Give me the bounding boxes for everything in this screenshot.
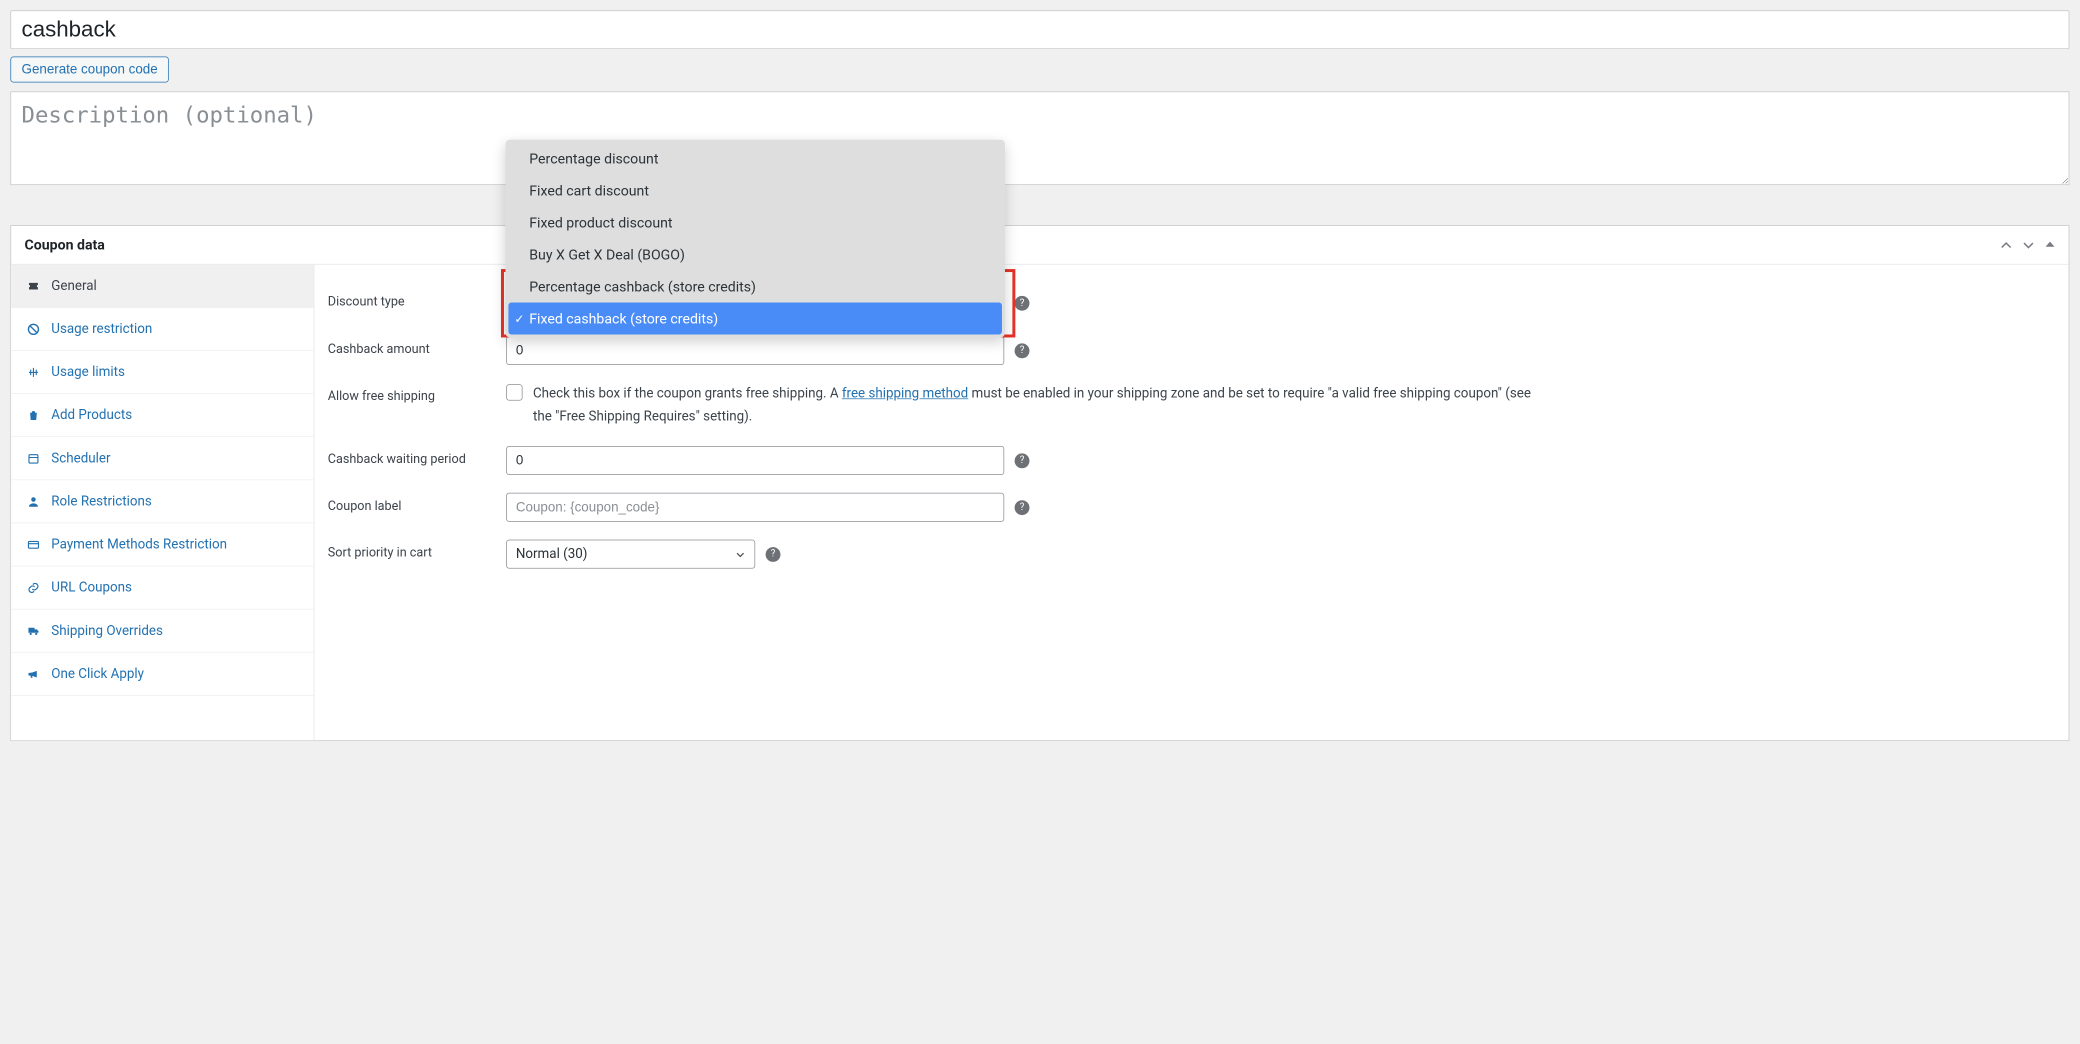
coupon-tabs: General Usage restriction Usage limits [11,265,314,741]
panel-title: Coupon data [25,236,105,253]
link-icon [26,581,41,594]
panel-move-up-icon[interactable] [2000,239,2012,251]
dropdown-option-fixed-cashback[interactable]: ✓ Fixed cashback (store credits) [508,303,1002,335]
user-icon [26,495,41,508]
dropdown-option-percentage-cashback[interactable]: Percentage cashback (store credits) [508,271,1002,303]
sort-priority-value: Normal (30) [516,546,588,562]
dropdown-option-fixed-cart-discount[interactable]: Fixed cart discount [508,175,1002,207]
help-icon[interactable]: ? [1015,343,1030,358]
tab-add-products[interactable]: Add Products [11,394,314,437]
dropdown-option-label: Fixed cashback (store credits) [529,310,718,327]
tab-url-coupons[interactable]: URL Coupons [11,566,314,609]
discount-type-label: Discount type [328,288,492,309]
cashback-waiting-period-label: Cashback waiting period [328,446,492,467]
sort-priority-select[interactable]: Normal (30) [506,540,755,569]
sort-priority-label: Sort priority in cart [328,540,492,561]
cashback-amount-label: Cashback amount [328,336,492,357]
tab-label: Add Products [51,407,132,423]
tab-label: Role Restrictions [51,494,152,510]
equalizer-icon [26,365,41,378]
tab-usage-restriction[interactable]: Usage restriction [11,308,314,351]
free-shipping-text-before: Check this box if the coupon grants free… [533,386,842,402]
ban-icon [26,322,41,335]
ticket-icon [26,279,41,292]
tab-payment-methods-restriction[interactable]: Payment Methods Restriction [11,523,314,566]
coupon-editor-wrap: Generate coupon code Coupon data [0,0,2079,751]
coupon-label-label: Coupon label [328,493,492,514]
panel-move-down-icon[interactable] [2022,239,2034,251]
dropdown-option-bogo[interactable]: Buy X Get X Deal (BOGO) [508,239,1002,271]
dropdown-option-percentage-discount[interactable]: Percentage discount [508,143,1002,175]
coupon-label-input[interactable] [506,493,1004,522]
tab-one-click-apply[interactable]: One Click Apply [11,653,314,696]
help-icon[interactable]: ? [766,547,781,562]
discount-type-dropdown: Percentage discount Fixed cart discount … [505,140,1004,338]
tab-label: General [51,278,97,294]
tab-label: URL Coupons [51,580,132,596]
calendar-icon [26,452,41,465]
panel-header: Coupon data [11,226,2068,265]
tab-shipping-overrides[interactable]: Shipping Overrides [11,610,314,653]
panel-collapse-icon[interactable] [2045,239,2055,251]
coupon-code-input[interactable] [10,10,2069,49]
free-shipping-method-link[interactable]: free shipping method [842,386,968,402]
truck-icon [26,624,41,637]
tab-general[interactable]: General [11,265,314,308]
tab-label: Shipping Overrides [51,623,163,639]
allow-free-shipping-label: Allow free shipping [328,383,492,404]
allow-free-shipping-checkbox[interactable] [506,384,522,400]
tab-label: Usage restriction [51,321,152,337]
tab-label: Usage limits [51,364,125,380]
tab-usage-limits[interactable]: Usage limits [11,351,314,394]
check-icon: ✓ [514,311,524,325]
card-icon [26,538,41,551]
tab-scheduler[interactable]: Scheduler [11,437,314,480]
tab-label: One Click Apply [51,666,144,682]
coupon-description-textarea[interactable] [10,91,2069,185]
tab-label: Scheduler [51,450,110,466]
chevron-down-icon [735,549,745,559]
megaphone-icon [26,667,41,680]
cashback-waiting-period-input[interactable] [506,446,1004,475]
help-icon[interactable]: ? [1015,500,1030,515]
dropdown-option-fixed-product-discount[interactable]: Fixed product discount [508,207,1002,239]
tab-label: Payment Methods Restriction [51,537,227,553]
coupon-data-panel: Coupon data General [10,225,2069,741]
help-icon[interactable]: ? [1015,453,1030,468]
generate-coupon-code-button[interactable]: Generate coupon code [10,56,168,82]
help-icon[interactable]: ? [1015,296,1030,311]
free-shipping-description: Check this box if the coupon grants free… [533,383,1544,428]
tab-role-restrictions[interactable]: Role Restrictions [11,480,314,523]
cashback-amount-input[interactable] [506,336,1004,365]
bag-icon [26,408,41,421]
